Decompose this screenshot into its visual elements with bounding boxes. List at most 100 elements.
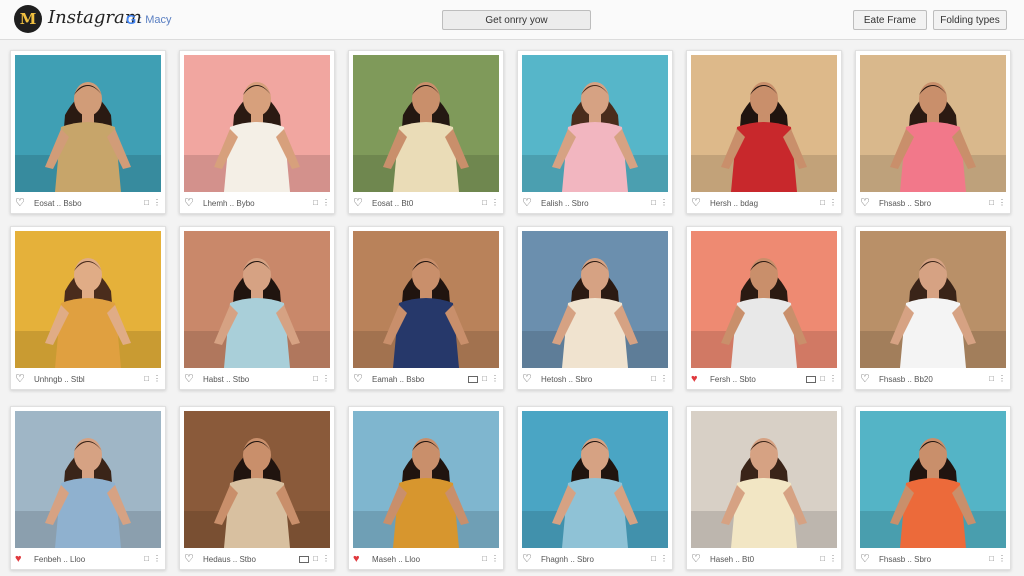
folding-types-button[interactable]: Folding types <box>933 10 1007 30</box>
save-icon[interactable]: □ <box>651 555 656 563</box>
save-icon[interactable]: □ <box>144 375 149 383</box>
heart-icon[interactable]: ♡ <box>691 553 704 565</box>
save-icon[interactable]: □ <box>313 375 318 383</box>
heart-icon[interactable]: ♡ <box>184 553 197 565</box>
post-card[interactable]: ♡ Hersh .. bdag □ ⋮ <box>686 50 842 214</box>
more-options-icon[interactable]: ⋮ <box>322 375 330 383</box>
get-button[interactable]: Get onrry yow <box>442 10 591 30</box>
frame-button[interactable]: Eate Frame <box>853 10 927 30</box>
post-photo[interactable] <box>184 231 330 368</box>
save-icon[interactable]: □ <box>820 375 825 383</box>
more-options-icon[interactable]: ⋮ <box>491 199 499 207</box>
save-icon[interactable]: □ <box>989 555 994 563</box>
heart-icon[interactable]: ♡ <box>184 197 197 209</box>
post-card[interactable]: ♡ Eamah .. Bsbo □ ⋮ <box>348 226 504 390</box>
heart-icon[interactable]: ♡ <box>184 373 197 385</box>
more-options-icon[interactable]: ⋮ <box>491 375 499 383</box>
post-card[interactable]: ♡ Eosat .. Bsbo □ ⋮ <box>10 50 166 214</box>
save-icon[interactable]: □ <box>144 555 149 563</box>
post-card[interactable]: ♡ Fhsasb .. Sbro □ ⋮ <box>855 406 1011 570</box>
more-options-icon[interactable]: ⋮ <box>153 555 161 563</box>
save-icon[interactable]: □ <box>144 199 149 207</box>
heart-icon[interactable]: ♥ <box>15 553 28 565</box>
save-icon[interactable]: □ <box>820 199 825 207</box>
save-icon[interactable]: □ <box>989 375 994 383</box>
save-icon[interactable]: □ <box>482 199 487 207</box>
post-photo[interactable] <box>691 411 837 548</box>
post-photo[interactable] <box>522 231 668 368</box>
post-card[interactable]: ♡ Eosat .. Bt0 □ ⋮ <box>348 50 504 214</box>
more-options-icon[interactable]: ⋮ <box>660 555 668 563</box>
more-options-icon[interactable]: ⋮ <box>829 375 837 383</box>
post-card[interactable]: ♡ Ealish .. Sbro □ ⋮ <box>517 50 673 214</box>
heart-icon[interactable]: ♡ <box>860 373 873 385</box>
more-options-icon[interactable]: ⋮ <box>491 555 499 563</box>
media-icon[interactable] <box>806 375 817 383</box>
post-photo[interactable] <box>15 411 161 548</box>
logo-icon[interactable]: M <box>14 5 42 33</box>
heart-icon[interactable]: ♥ <box>353 553 366 565</box>
post-card[interactable]: ♡ Hedaus .. Stbo □ ⋮ <box>179 406 335 570</box>
post-card[interactable]: ♡ Fhagnh .. Sbro □ ⋮ <box>517 406 673 570</box>
post-card[interactable]: ♥ Fersh .. Sbto □ ⋮ <box>686 226 842 390</box>
post-photo[interactable] <box>353 55 499 192</box>
post-photo[interactable] <box>860 411 1006 548</box>
post-card[interactable]: ♥ Maseh .. Lloo □ ⋮ <box>348 406 504 570</box>
post-photo[interactable] <box>691 55 837 192</box>
heart-icon[interactable]: ♡ <box>522 373 535 385</box>
post-photo[interactable] <box>522 411 668 548</box>
post-card[interactable]: ♡ Fhsasb .. Sbro □ ⋮ <box>855 50 1011 214</box>
save-icon[interactable]: □ <box>313 199 318 207</box>
post-photo[interactable] <box>353 411 499 548</box>
post-card[interactable]: ♡ Unhngb .. Stbl □ ⋮ <box>10 226 166 390</box>
post-card[interactable]: ♡ Lhemh .. Bybo □ ⋮ <box>179 50 335 214</box>
more-options-icon[interactable]: ⋮ <box>153 375 161 383</box>
post-card[interactable]: ♡ Haseh .. Bt0 □ ⋮ <box>686 406 842 570</box>
post-photo[interactable] <box>15 231 161 368</box>
post-photo[interactable] <box>860 231 1006 368</box>
more-options-icon[interactable]: ⋮ <box>829 199 837 207</box>
more-options-icon[interactable]: ⋮ <box>660 199 668 207</box>
heart-icon[interactable]: ♥ <box>691 373 704 385</box>
post-card[interactable]: ♥ Fenbeh .. Lloo □ ⋮ <box>10 406 166 570</box>
save-icon[interactable]: □ <box>313 555 318 563</box>
more-options-icon[interactable]: ⋮ <box>998 555 1006 563</box>
post-photo[interactable] <box>860 55 1006 192</box>
heart-icon[interactable]: ♡ <box>860 553 873 565</box>
more-options-icon[interactable]: ⋮ <box>153 199 161 207</box>
more-options-icon[interactable]: ⋮ <box>322 555 330 563</box>
save-icon[interactable]: □ <box>820 555 825 563</box>
heart-icon[interactable]: ♡ <box>691 197 704 209</box>
heart-icon[interactable]: ♡ <box>860 197 873 209</box>
heart-icon[interactable]: ♡ <box>15 373 28 385</box>
more-options-icon[interactable]: ⋮ <box>660 375 668 383</box>
account-label: : Macy <box>139 13 172 26</box>
post-photo[interactable] <box>522 55 668 192</box>
save-icon[interactable]: □ <box>482 555 487 563</box>
post-caption-bar: ♡ Eamah .. Bsbo □ ⋮ <box>353 372 499 386</box>
account-switcher[interactable]: G : Macy <box>126 12 172 27</box>
more-options-icon[interactable]: ⋮ <box>998 375 1006 383</box>
post-photo[interactable] <box>15 55 161 192</box>
post-card[interactable]: ♡ Habst .. Stbo □ ⋮ <box>179 226 335 390</box>
post-photo[interactable] <box>184 55 330 192</box>
post-card[interactable]: ♡ Fhsasb .. Bb20 □ ⋮ <box>855 226 1011 390</box>
heart-icon[interactable]: ♡ <box>353 373 366 385</box>
post-card[interactable]: ♡ Hetosh .. Sbro □ ⋮ <box>517 226 673 390</box>
media-icon[interactable] <box>299 555 310 563</box>
heart-icon[interactable]: ♡ <box>522 553 535 565</box>
post-photo[interactable] <box>691 231 837 368</box>
save-icon[interactable]: □ <box>989 199 994 207</box>
save-icon[interactable]: □ <box>651 375 656 383</box>
more-options-icon[interactable]: ⋮ <box>998 199 1006 207</box>
heart-icon[interactable]: ♡ <box>353 197 366 209</box>
post-photo[interactable] <box>184 411 330 548</box>
heart-icon[interactable]: ♡ <box>522 197 535 209</box>
post-photo[interactable] <box>353 231 499 368</box>
save-icon[interactable]: □ <box>482 375 487 383</box>
save-icon[interactable]: □ <box>651 199 656 207</box>
more-options-icon[interactable]: ⋮ <box>322 199 330 207</box>
more-options-icon[interactable]: ⋮ <box>829 555 837 563</box>
media-icon[interactable] <box>468 375 479 383</box>
heart-icon[interactable]: ♡ <box>15 197 28 209</box>
